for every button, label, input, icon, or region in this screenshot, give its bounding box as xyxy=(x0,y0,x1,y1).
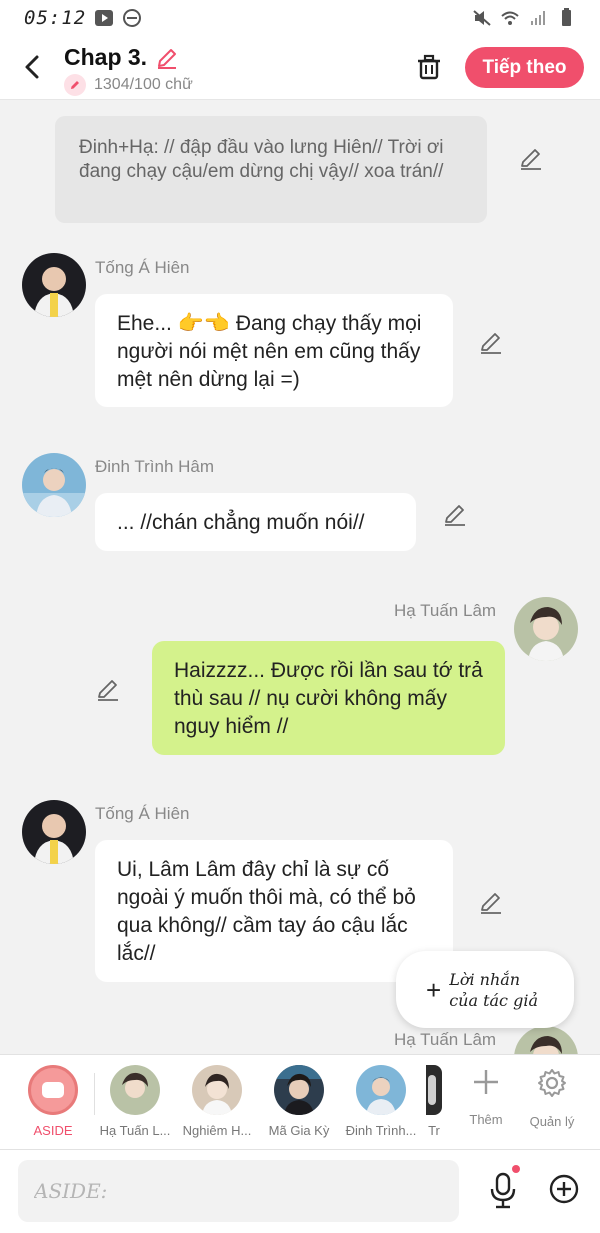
avatar[interactable] xyxy=(22,453,86,517)
edit-message-icon[interactable] xyxy=(478,890,504,916)
message-bubble[interactable]: Ui, Lâm Lâm đây chỉ là sự cố ngoài ý muố… xyxy=(95,840,453,982)
edit-message-icon[interactable] xyxy=(478,330,504,356)
character-name: Đinh Trình... xyxy=(345,1123,417,1138)
word-count-text: 1304/100 chữ xyxy=(94,76,193,93)
chapter-title-group[interactable]: Chap 3. xyxy=(64,44,179,71)
character-item[interactable]: Tr xyxy=(426,1065,442,1138)
avatar xyxy=(274,1065,324,1115)
message-bubble-mine[interactable]: Haizzzz... Được rồi lần sau tớ trả thù s… xyxy=(152,641,505,755)
author-note-button[interactable]: + Lời nhắn của tác giả xyxy=(396,951,574,1028)
add-label: Thêm xyxy=(469,1112,503,1127)
character-item[interactable]: Hạ Tuấn L... xyxy=(99,1065,171,1138)
manage-label: Quản lý xyxy=(529,1114,575,1129)
back-arrow-icon[interactable] xyxy=(18,52,48,82)
sender-name: Hạ Tuấn Lâm xyxy=(394,1030,497,1049)
avatar xyxy=(110,1065,160,1115)
mute-icon xyxy=(473,10,491,26)
signal-icon xyxy=(531,11,545,25)
message-bubble[interactable]: ... //chán chẳng muốn nói// xyxy=(95,493,416,551)
status-time: 05:12 xyxy=(24,7,87,29)
character-item[interactable]: Đinh Trình... xyxy=(345,1065,417,1138)
aside-label: ASIDE xyxy=(33,1123,73,1138)
character-name: Tr xyxy=(428,1123,440,1138)
sender-name: Tống Á Hiên xyxy=(95,258,190,277)
microphone-icon[interactable] xyxy=(487,1170,519,1210)
chapter-header: Chap 3. 1304/100 chữ Tiếp theo xyxy=(0,36,600,100)
author-note-label: Lời nhắn của tác giả xyxy=(449,969,538,1010)
trash-icon[interactable] xyxy=(412,50,446,84)
add-circle-icon[interactable] xyxy=(548,1173,580,1205)
edit-message-icon[interactable] xyxy=(442,502,468,528)
input-bar xyxy=(0,1150,600,1233)
edit-message-icon[interactable] xyxy=(95,677,121,703)
edit-title-icon[interactable] xyxy=(155,46,179,70)
avatar xyxy=(192,1065,242,1115)
character-bar: ASIDE Hạ Tuấn L... Nghiêm H... Mã Gia Kỳ… xyxy=(0,1054,600,1150)
aside-icon xyxy=(42,1082,64,1098)
manage-button[interactable]: Quản lý xyxy=(522,1067,582,1129)
character-name: Nghiêm H... xyxy=(182,1123,252,1138)
character-name: Mã Gia Kỳ xyxy=(268,1123,330,1138)
avatar[interactable] xyxy=(514,597,578,661)
word-count: 1304/100 chữ xyxy=(64,74,193,96)
plus-icon: + xyxy=(426,974,442,1005)
wifi-icon xyxy=(501,11,519,25)
battery-icon xyxy=(562,8,571,26)
pencil-icon xyxy=(64,74,86,96)
avatar[interactable] xyxy=(514,1026,578,1054)
message-bubble[interactable]: Ehe... 👉👈 Đang chạy thấy mọi người nói m… xyxy=(95,294,453,407)
add-character-button[interactable]: Thêm xyxy=(456,1067,516,1127)
divider xyxy=(94,1073,95,1115)
status-bar: 05:12 xyxy=(0,0,600,36)
character-item[interactable]: Mã Gia Kỳ xyxy=(263,1065,335,1138)
media-play-icon xyxy=(95,10,114,26)
notification-dot xyxy=(512,1165,520,1173)
avatar[interactable] xyxy=(22,253,86,317)
avatar xyxy=(356,1065,406,1115)
plus-icon xyxy=(474,1070,498,1094)
sender-name: Hạ Tuấn Lâm xyxy=(394,601,497,620)
do-not-disturb-icon xyxy=(123,9,142,27)
avatar xyxy=(426,1065,442,1115)
gear-icon xyxy=(538,1069,566,1097)
narration-bubble[interactable]: Đinh+Hạ: // đập đầu vào lưng Hiên// Trời… xyxy=(55,116,487,223)
edit-message-icon[interactable] xyxy=(518,146,544,172)
next-button[interactable]: Tiếp theo xyxy=(465,47,584,88)
aside-button[interactable] xyxy=(28,1065,78,1115)
chat-area[interactable]: Đinh+Hạ: // đập đầu vào lưng Hiên// Trời… xyxy=(0,101,600,1054)
character-name: Hạ Tuấn L... xyxy=(99,1123,171,1138)
chapter-title: Chap 3. xyxy=(64,44,148,70)
message-input[interactable] xyxy=(18,1160,459,1222)
sender-name: Đinh Trình Hâm xyxy=(95,457,215,476)
avatar[interactable] xyxy=(22,800,86,864)
character-item[interactable]: Nghiêm H... xyxy=(181,1065,253,1138)
sender-name: Tống Á Hiên xyxy=(95,804,190,823)
